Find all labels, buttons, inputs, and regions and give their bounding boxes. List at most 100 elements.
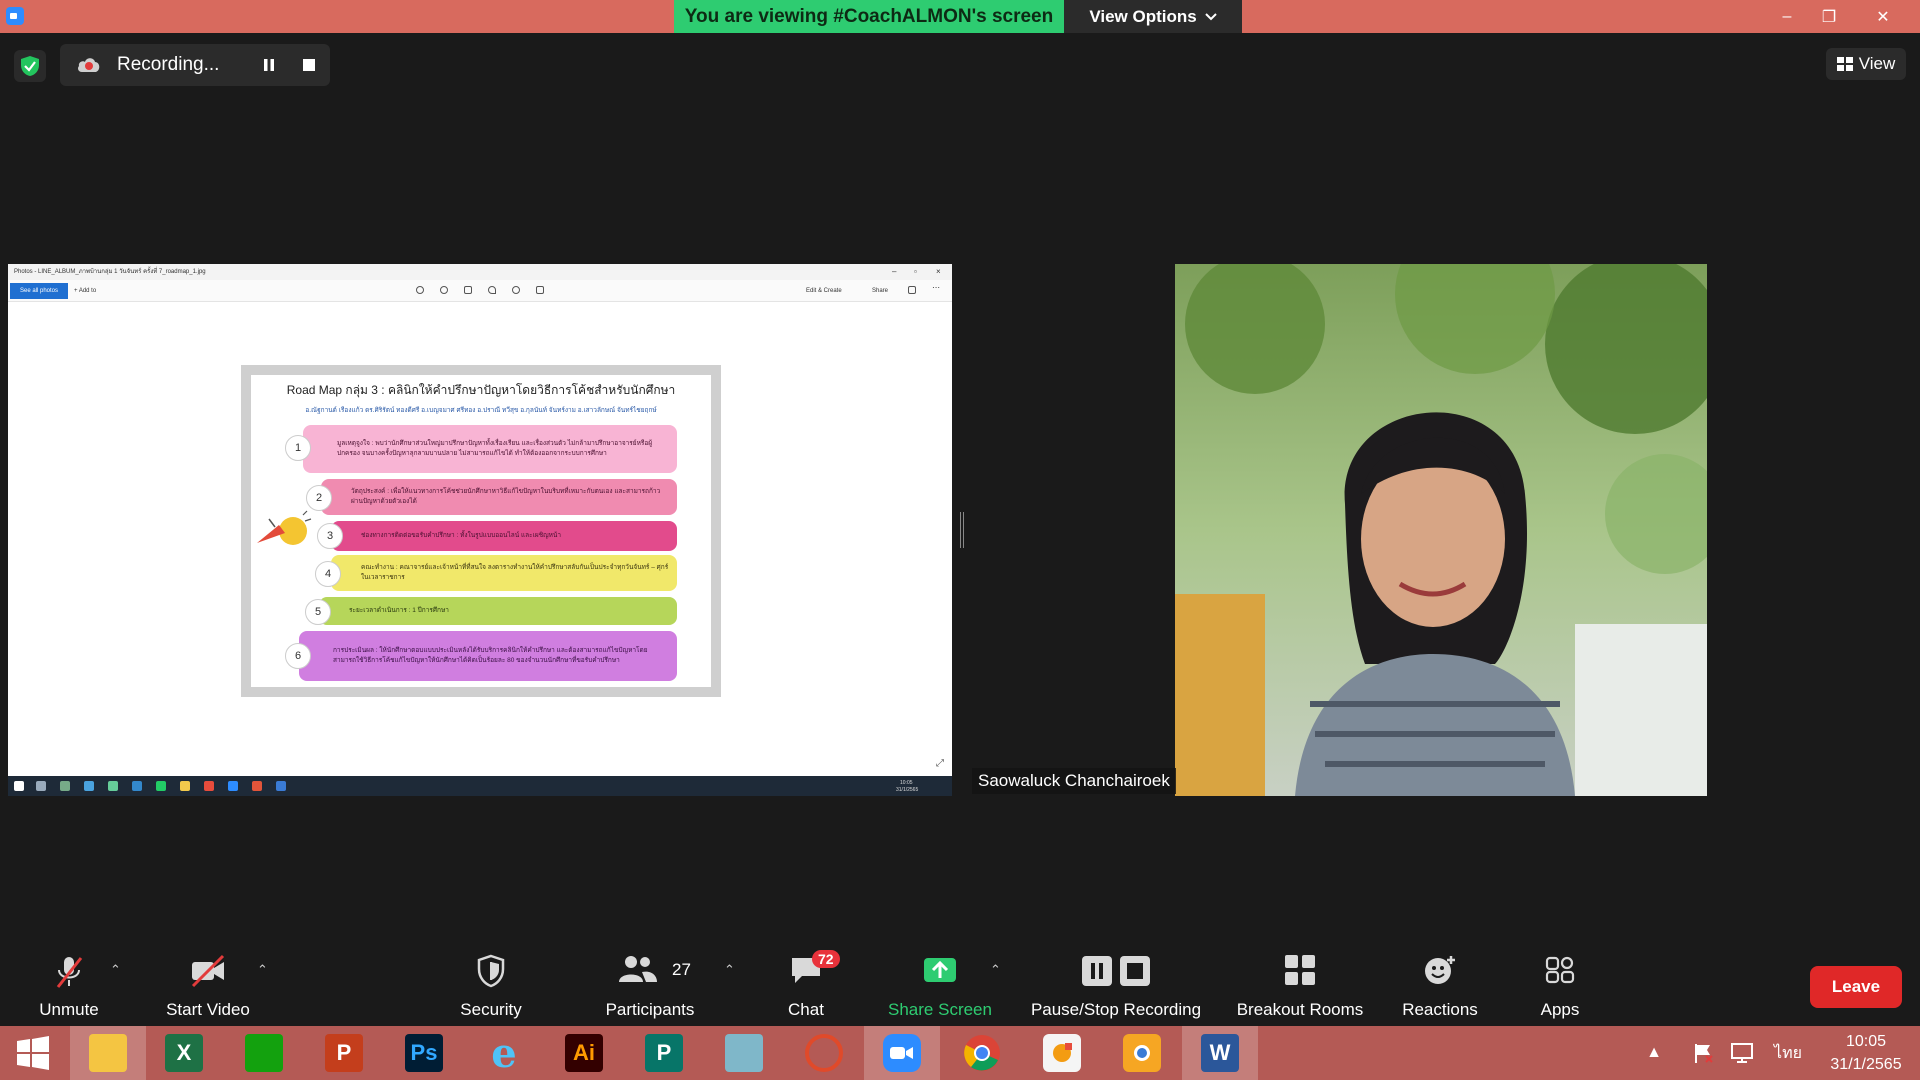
taskbar-store[interactable]	[226, 1026, 302, 1080]
photos-restore-button[interactable]: ▫	[914, 264, 917, 280]
taskbar-excel[interactable]: X	[146, 1026, 222, 1080]
crop-icon[interactable]	[536, 286, 544, 294]
shared-line-icon	[156, 781, 166, 791]
network-icon[interactable]	[1726, 1026, 1758, 1080]
taskbar-app[interactable]	[1024, 1026, 1100, 1080]
taskbar-internet-explorer[interactable]: e	[466, 1026, 542, 1080]
view-label: View	[1858, 54, 1896, 73]
zoom-logo-icon	[6, 7, 24, 25]
share-button[interactable]: Share	[872, 283, 888, 299]
zoom-out-icon[interactable]	[440, 286, 448, 294]
shared-taskbar: 10:05 31/1/2565	[8, 776, 952, 796]
taskbar-chrome[interactable]	[944, 1026, 1020, 1080]
taskbar-publisher[interactable]: P	[626, 1026, 702, 1080]
chat-button[interactable]: 72 Chat	[776, 948, 840, 1026]
expand-icon[interactable]: ⤢	[936, 758, 944, 769]
restore-button[interactable]: ❐	[1806, 0, 1852, 33]
title-bar: You are viewing #CoachALMON's screen Vie…	[0, 0, 1920, 33]
close-button[interactable]: ✕	[1860, 0, 1906, 33]
share-options-caret[interactable]: ⌃	[990, 962, 1001, 978]
roadmap-number-2: 2	[306, 485, 332, 511]
rotate-icon[interactable]	[512, 286, 520, 294]
zoom-in-icon[interactable]	[416, 286, 424, 294]
share-screen-button[interactable]: Share Screen	[880, 948, 1000, 1026]
print-icon[interactable]	[908, 286, 916, 294]
windows-logo-icon	[17, 1036, 49, 1070]
shared-folder-icon	[180, 781, 190, 791]
add-to-button[interactable]: + Add to	[74, 283, 96, 299]
minimize-button[interactable]: –	[1764, 0, 1810, 33]
grid-view-icon	[1836, 57, 1853, 71]
pause-stop-recording-label: Pause/Stop Recording	[1030, 1000, 1202, 1019]
powerpoint-icon: P	[325, 1034, 363, 1072]
windows-taskbar: X P Ps e Ai P W ▲ ไทย 10:05 31/1/2565	[0, 1026, 1920, 1080]
breakout-rooms-label: Breakout Rooms	[1236, 1000, 1364, 1019]
roadmap-content: Road Map กลุ่ม 3 : คลินิกให้คำปรึกษาปัญห…	[251, 375, 711, 687]
participants-options-caret[interactable]: ⌃	[724, 962, 735, 978]
meeting-toolbar: Unmute ⌃ Start Video ⌃ Security 27 Parti…	[0, 948, 1920, 1026]
pause-recording-button[interactable]	[256, 52, 282, 78]
leave-button[interactable]: Leave	[1810, 966, 1902, 1008]
view-button[interactable]: View	[1826, 48, 1906, 80]
participants-label: Participants	[605, 1000, 695, 1019]
photos-title-bar: Photos - LINE_ALBUM_ภาพบ้านกลุ่ม 1 วันจั…	[8, 264, 952, 280]
participant-video	[1175, 264, 1707, 796]
breakout-rooms-icon	[1285, 955, 1315, 985]
language-indicator[interactable]: ไทย	[1768, 1026, 1808, 1080]
pause-icon	[264, 59, 274, 71]
security-button[interactable]: Security	[448, 948, 534, 1026]
participants-button[interactable]: 27 Participants	[598, 948, 702, 1026]
favorite-icon[interactable]	[488, 286, 496, 294]
unmute-button[interactable]: Unmute	[26, 948, 112, 1026]
photoscape-icon	[805, 1034, 843, 1072]
unmute-label: Unmute	[39, 1000, 99, 1019]
flag-icon[interactable]	[1688, 1026, 1720, 1080]
taskbar-notes[interactable]	[706, 1026, 782, 1080]
splitter-handle[interactable]	[960, 512, 964, 548]
breakout-rooms-button[interactable]: Breakout Rooms	[1230, 948, 1370, 1026]
taskbar-word[interactable]: W	[1182, 1026, 1258, 1080]
roadmap-number-1: 1	[285, 435, 311, 461]
taskbar-camera[interactable]	[1104, 1026, 1180, 1080]
clock-time: 10:05	[1845, 1033, 1887, 1050]
stop-recording-button[interactable]	[296, 52, 322, 78]
see-all-photos-button[interactable]: See all photos	[10, 283, 68, 299]
more-options-icon[interactable]: ⋯	[932, 283, 940, 292]
taskbar-powerpoint[interactable]: P	[306, 1026, 382, 1080]
view-options-button[interactable]: View Options	[1064, 0, 1242, 33]
recording-panel: Recording...	[60, 44, 330, 86]
taskbar-illustrator[interactable]: Ai	[546, 1026, 622, 1080]
reactions-icon	[1425, 956, 1455, 984]
roadmap-row-2: วัตถุประสงค์ : เพื่อให้แนวทางการโค้ชช่วย…	[321, 479, 677, 515]
photos-close-button[interactable]: ×	[936, 264, 941, 280]
delete-icon[interactable]	[464, 286, 472, 294]
apps-label: Apps	[1540, 1000, 1580, 1019]
audio-options-caret[interactable]: ⌃	[110, 962, 121, 978]
taskbar-photoshop[interactable]: Ps	[386, 1026, 462, 1080]
photos-minimize-button[interactable]: –	[892, 264, 896, 280]
taskbar-zoom[interactable]	[864, 1026, 940, 1080]
pause-stop-recording-button[interactable]: Pause/Stop Recording	[1022, 948, 1210, 1026]
video-options-caret[interactable]: ⌃	[257, 962, 268, 978]
edit-create-button[interactable]: Edit & Create	[806, 283, 842, 299]
security-shield-icon[interactable]	[14, 50, 46, 82]
participants-count: 27	[672, 960, 691, 979]
start-video-button[interactable]: Start Video	[158, 948, 258, 1026]
photos-window-title: Photos - LINE_ALBUM_ภาพบ้านกลุ่ม 1 วันจั…	[14, 269, 206, 275]
shared-chrome-icon	[204, 781, 214, 791]
windows-start-button[interactable]	[0, 1026, 66, 1080]
tray-expand-icon[interactable]: ▲	[1640, 1026, 1668, 1080]
publisher-icon: P	[645, 1034, 683, 1072]
chat-unread-badge: 72	[812, 950, 840, 968]
reactions-button[interactable]: Reactions	[1390, 948, 1490, 1026]
muted-microphone-icon	[56, 957, 83, 988]
apps-icon	[1545, 956, 1575, 984]
taskbar-file-explorer[interactable]	[70, 1026, 146, 1080]
apps-button[interactable]: Apps	[1530, 948, 1590, 1026]
participant-video-frame	[1175, 264, 1707, 796]
roadmap-row-6: การประเมินผล : ให้นักศึกษาตอบแบบประเมินห…	[299, 631, 677, 681]
shared-app-icon	[252, 781, 262, 791]
roadmap-title: Road Map กลุ่ม 3 : คลินิกให้คำปรึกษาปัญห…	[286, 383, 676, 397]
taskbar-photoscape[interactable]	[786, 1026, 862, 1080]
taskbar-clock[interactable]: 10:05 31/1/2565	[1816, 1030, 1916, 1076]
